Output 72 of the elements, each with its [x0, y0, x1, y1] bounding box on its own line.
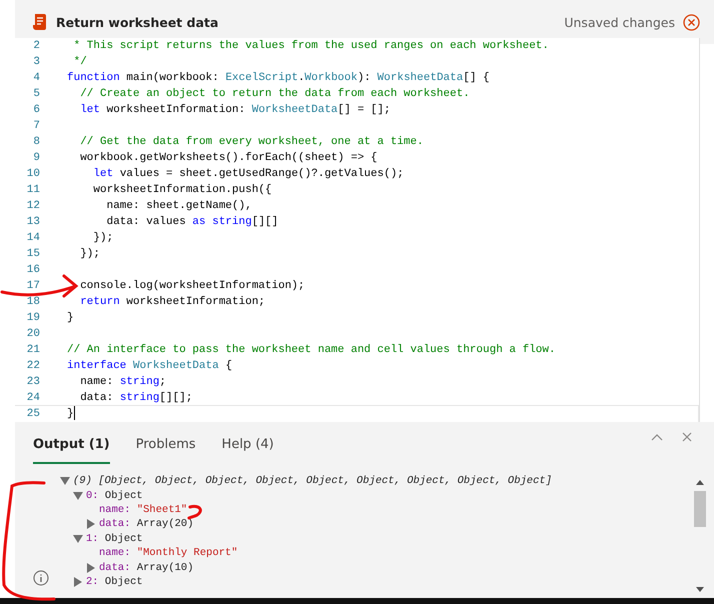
line-number: 15	[26, 248, 40, 260]
code-editor[interactable]	[15, 38, 700, 422]
code-line: }	[67, 311, 74, 326]
scroll-up-icon[interactable]	[696, 480, 704, 485]
code-line: let worksheetInformation: WorksheetData[] = [];	[79, 103, 390, 118]
line-number: 13	[26, 216, 40, 228]
code-line: return worksheetInformation;	[79, 295, 266, 310]
code-line: // Create an object to return the data from each worksheet.	[79, 87, 470, 102]
line-number: 10	[26, 168, 40, 180]
line-number: 6	[32, 104, 40, 116]
property-entry: name: "Sheet1"	[99, 504, 188, 516]
line-number: 21	[26, 344, 40, 356]
hand-drawn-mark	[188, 504, 202, 520]
panel-tab[interactable]: Help (4)	[222, 434, 274, 464]
caret-right-icon[interactable]	[73, 576, 83, 587]
caret-right-icon[interactable]	[86, 519, 96, 530]
object-entry: data: Array(10)	[99, 562, 194, 574]
line-number: 20	[26, 328, 40, 340]
caret-down-icon[interactable]	[73, 490, 83, 501]
object-entry: 2: Object	[86, 576, 143, 588]
line-number: 22	[26, 360, 40, 372]
line-number: 19	[26, 312, 40, 324]
line-number: 4	[32, 72, 40, 84]
caret-right-icon[interactable]	[86, 562, 96, 573]
line-number: 25	[26, 408, 40, 420]
code-line: let values = sheet.getUsedRange()?.getValues();	[92, 167, 404, 182]
code-line: */	[72, 55, 87, 70]
code-line: // Get the data from every worksheet, one at a time.	[79, 135, 424, 150]
code-line: console.log(worksheetInformation);	[79, 279, 305, 294]
code-line: }	[67, 406, 76, 422]
line-number: 14	[26, 232, 40, 244]
code-line: interface WorksheetData {	[67, 359, 232, 374]
code-line: data: values as string[][]	[106, 215, 278, 230]
line-number: 12	[26, 200, 40, 212]
property-entry: name: "Monthly Report"	[99, 547, 238, 560]
caret-down-icon[interactable]	[73, 534, 83, 544]
code-line: name: sheet.getName(),	[106, 199, 252, 214]
line-number: 11	[26, 184, 40, 196]
code-line: function main(workbook: ExcelScript.Workbook): WorksheetData[] {	[67, 71, 490, 86]
line-number: 18	[26, 296, 40, 308]
code-line: workbook.getWorksheets().forEach((sheet) => {	[79, 151, 378, 166]
line-number: 16	[26, 264, 40, 276]
code-line: data: string[][];	[79, 391, 192, 406]
line-number: 23	[26, 376, 40, 388]
code-line: });	[92, 231, 114, 246]
line-number: 3	[32, 56, 40, 68]
line-number: 7	[32, 120, 40, 132]
script-icon	[32, 13, 48, 31]
object-entry: 0: Object	[86, 490, 143, 502]
info-icon[interactable]	[33, 570, 49, 586]
object-entry: 1: Object	[86, 532, 143, 545]
object-entry: data: Array(20)	[99, 518, 194, 530]
caret-down-icon[interactable]	[60, 476, 70, 486]
line-number: 24	[26, 392, 40, 404]
code-line: worksheetInformation.push({	[92, 183, 272, 198]
panel-tab[interactable]: Problems	[136, 434, 196, 464]
scroll-down-icon[interactable]	[696, 587, 704, 592]
scrollbar[interactable]	[694, 480, 706, 592]
line-number: 8	[32, 136, 40, 148]
output-summary: (9) [Object, Object, Object, Object, Object, Object, Object, Object, Object]	[73, 475, 552, 488]
line-number: 2	[32, 40, 40, 52]
code-line: * This script returns the values from the used ranges on each worksheet.	[72, 39, 549, 54]
script-title: Return worksheet data	[56, 14, 220, 30]
line-number: 9	[32, 152, 40, 164]
close-icon[interactable]	[683, 14, 700, 30]
code-line: name: string;	[79, 375, 166, 390]
code-line: });	[79, 247, 100, 262]
panel-tab[interactable]: Output (1)	[33, 434, 110, 464]
line-number: 5	[32, 88, 40, 100]
code-line: // An interface to pass the worksheet name and cell values through a flow.	[67, 343, 556, 358]
save-status: Unsaved changes	[564, 14, 675, 30]
line-number: 17	[26, 280, 40, 292]
